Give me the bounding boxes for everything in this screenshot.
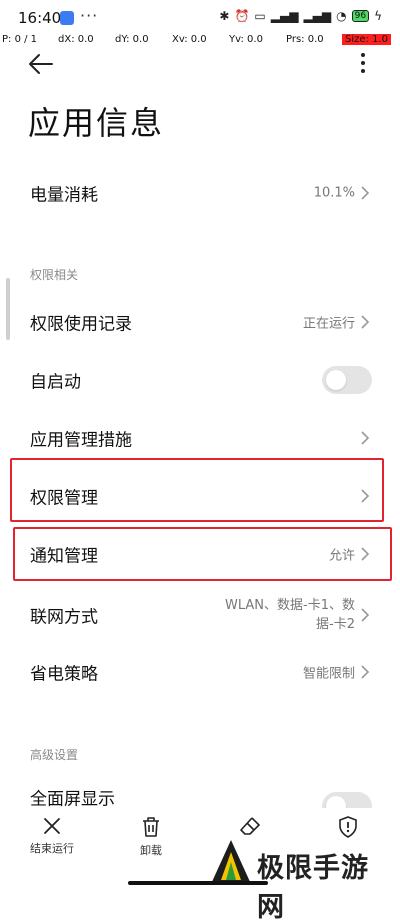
permission-records-value: 正在运行: [302, 316, 355, 332]
chevron-right-icon: [361, 489, 370, 503]
fullscreen-label: 全面屏显示: [30, 789, 115, 810]
signal-icon: ▂▄▆: [270, 9, 299, 23]
toggle-knob: [326, 370, 346, 390]
permission-records-row[interactable]: 权限使用记录 正在运行: [0, 295, 400, 349]
laptop-icon: ▭: [254, 9, 266, 23]
chevron-right-icon: [361, 431, 370, 445]
stop-label: 结束运行: [30, 842, 74, 855]
chevron-right-icon: [361, 547, 370, 561]
more-options-icon[interactable]: [356, 52, 370, 79]
app-management-row[interactable]: 应用管理措施: [0, 411, 400, 465]
debug-dx: dX: 0.0: [58, 34, 94, 45]
clear-data-button[interactable]: [215, 816, 285, 840]
battery-usage-label: 电量消耗: [30, 185, 98, 206]
signal-2-icon: ▂▄▆: [303, 9, 332, 23]
chevron-right-icon: [361, 315, 370, 329]
uninstall-button[interactable]: 卸载: [116, 816, 186, 858]
system-icons: ✱ ⏰ ▭ ▂▄▆ ▂▄▆ ◔ 96 ϟ: [219, 9, 382, 23]
home-indicator[interactable]: [128, 881, 268, 885]
power-strategy-row[interactable]: 省电策略 智能限制: [0, 645, 400, 699]
uninstall-label: 卸载: [140, 844, 162, 857]
shield-alert-icon: [339, 816, 357, 838]
bluetooth-icon: ✱: [219, 9, 230, 23]
eraser-icon: [240, 817, 260, 835]
watermark-text: 极限手游网: [257, 853, 369, 923]
app-management-label: 应用管理措施: [30, 430, 132, 451]
network-mode-value: WLAN、数据-卡1、数 据-卡2: [225, 596, 355, 634]
autostart-row: 自启动: [0, 353, 400, 407]
power-strategy-value: 智能限制: [302, 666, 355, 682]
notification-management-row[interactable]: 通知管理 允许: [0, 527, 400, 581]
battery-usage-row[interactable]: 电量消耗 10.1%: [0, 166, 400, 220]
network-mode-value-line1: WLAN、数据-卡1、数: [225, 598, 355, 613]
stop-button[interactable]: 结束运行: [17, 816, 87, 856]
status-time: 16:40: [18, 9, 62, 27]
battery-usage-value: 10.1%: [313, 185, 355, 201]
permission-records-label: 权限使用记录: [30, 314, 132, 335]
permission-management-row[interactable]: 权限管理: [0, 469, 400, 523]
close-icon: [44, 818, 60, 834]
charging-icon: ϟ: [374, 9, 382, 23]
debug-dy: dY: 0.0: [115, 34, 149, 45]
battery-icon: 96: [351, 10, 370, 22]
debug-size: Size: 1.0: [342, 34, 391, 45]
network-mode-label: 联网方式: [30, 607, 98, 628]
status-bar: 16:40 ··· ✱ ⏰ ▭ ▂▄▆ ▂▄▆ ◔ 96 ϟ: [0, 0, 400, 36]
network-mode-value-line2: 据-卡2: [316, 617, 355, 632]
debug-xv: Xv: 0.0: [172, 34, 207, 45]
chevron-right-icon: [361, 665, 370, 679]
chevron-right-icon: [361, 608, 370, 622]
chevron-right-icon: [361, 186, 370, 200]
debug-prs: Prs: 0.0: [286, 34, 324, 45]
debug-yv: Yv: 0.0: [229, 34, 263, 45]
network-mode-row[interactable]: 联网方式 WLAN、数据-卡1、数 据-卡2: [0, 588, 400, 642]
autostart-label: 自启动: [30, 372, 81, 393]
alarm-icon: ⏰: [234, 9, 250, 23]
power-strategy-label: 省电策略: [30, 664, 98, 685]
permission-management-label: 权限管理: [30, 488, 98, 509]
app-notification-icon: [60, 11, 74, 25]
notification-management-value: 允许: [328, 548, 355, 564]
debug-pointer: P: 0 / 1: [2, 34, 38, 45]
more-notifications-icon: ···: [80, 6, 99, 25]
back-arrow-icon[interactable]: [28, 50, 54, 83]
pointer-debug-bar: P: 0 / 1 dX: 0.0 dY: 0.0 Xv: 0.0 Yv: 0.0…: [0, 33, 400, 48]
trash-icon: [143, 817, 159, 837]
autostart-toggle[interactable]: [322, 366, 372, 394]
section-header-permissions: 权限相关: [30, 268, 79, 282]
wifi-icon: ◔: [336, 9, 347, 23]
section-header-advanced: 高级设置: [30, 748, 79, 762]
notification-management-label: 通知管理: [30, 546, 98, 567]
page-title: 应用信息: [28, 104, 165, 142]
